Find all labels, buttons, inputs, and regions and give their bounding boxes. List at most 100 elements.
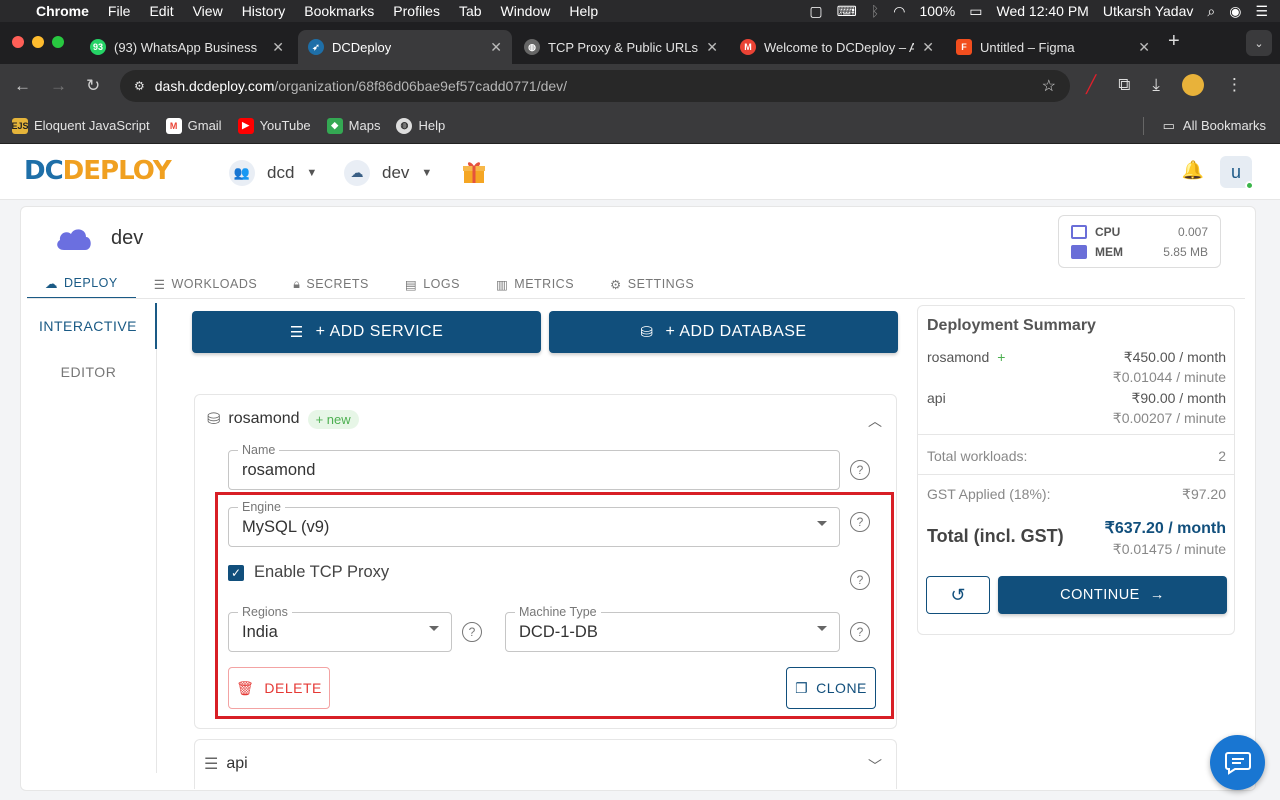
delete-button[interactable]: 🗑︎ DELETE bbox=[228, 667, 330, 709]
menu-view[interactable]: View bbox=[193, 3, 223, 19]
tab-gmail[interactable]: M Welcome to DCDeploy – A ✕ bbox=[730, 30, 944, 64]
name-field[interactable]: Name rosamond bbox=[228, 443, 840, 490]
service-header[interactable]: ⛁ rosamond + new bbox=[207, 409, 359, 429]
close-tab-icon[interactable]: ✕ bbox=[922, 39, 934, 56]
siri-icon[interactable]: ◉ bbox=[1229, 3, 1241, 20]
bookmark-youtube[interactable]: ▶ YouTube bbox=[237, 117, 311, 134]
service-header[interactable]: ☰ api bbox=[204, 754, 248, 774]
env-name: dev bbox=[382, 163, 410, 182]
bookmark-star-icon[interactable]: ☆ bbox=[1042, 76, 1056, 96]
tab-label: DEPLOY bbox=[64, 276, 118, 290]
close-tab-icon[interactable]: ✕ bbox=[272, 39, 284, 56]
keyboard-icon[interactable]: ⌨ bbox=[837, 3, 857, 20]
tab-settings[interactable]: ⚙ SETTINGS bbox=[592, 269, 712, 299]
chat-support-button[interactable] bbox=[1210, 735, 1265, 790]
dcdeploy-logo[interactable]: DCDEPLOY bbox=[24, 156, 172, 186]
user-avatar[interactable]: u bbox=[1220, 156, 1254, 190]
menu-window[interactable]: Window bbox=[501, 3, 551, 19]
download-icon[interactable]: ⤓ bbox=[1152, 75, 1160, 95]
side-tab-interactive[interactable]: INTERACTIVE bbox=[21, 303, 157, 349]
tab-workloads[interactable]: ☰ WORKLOADS bbox=[136, 269, 275, 299]
bookmark-maps[interactable]: ◆ Maps bbox=[326, 117, 380, 134]
add-service-label: + ADD SERVICE bbox=[315, 323, 444, 340]
wifi-icon[interactable]: ◠ bbox=[893, 3, 905, 20]
tab-whatsapp[interactable]: 93 (93) WhatsApp Business ✕ bbox=[80, 30, 294, 64]
maximize-window-button[interactable] bbox=[52, 36, 64, 48]
figma-icon: F bbox=[956, 39, 972, 55]
pen-extension-icon[interactable]: ╱ bbox=[1086, 75, 1096, 95]
all-bookmarks[interactable]: ▭ All Bookmarks bbox=[1163, 118, 1266, 134]
screen-icon[interactable]: ▢ bbox=[809, 3, 822, 20]
chrome-menu-icon[interactable]: ⋮ bbox=[1226, 75, 1243, 95]
menu-file[interactable]: File bbox=[108, 3, 131, 19]
spotlight-search-icon[interactable]: ⌕ bbox=[1207, 3, 1215, 20]
menu-profiles[interactable]: Profiles bbox=[393, 3, 440, 19]
address-bar[interactable]: ⚙ dash.dcdeploy.com/organization/68f86d0… bbox=[120, 70, 1070, 102]
tcp-proxy-checkbox[interactable]: ✓ bbox=[228, 565, 244, 581]
close-window-button[interactable] bbox=[12, 36, 24, 48]
help-icon[interactable]: ? bbox=[850, 622, 870, 642]
close-tab-icon[interactable]: ✕ bbox=[490, 39, 502, 56]
tab-deploy[interactable]: ☁ DEPLOY bbox=[27, 269, 136, 299]
close-tab-icon[interactable]: ✕ bbox=[1138, 39, 1150, 56]
tab-search-button[interactable]: ⌄ bbox=[1246, 30, 1272, 56]
bookmark-help[interactable]: ◍ Help bbox=[396, 117, 445, 134]
menu-app-name[interactable]: Chrome bbox=[36, 3, 89, 19]
engine-select[interactable]: Engine MySQL (v9) bbox=[228, 500, 840, 547]
tab-secrets[interactable]: 🔒︎ SECRETS bbox=[275, 269, 387, 299]
extensions-icon[interactable]: ⧉ bbox=[1118, 75, 1130, 95]
back-icon[interactable]: ← bbox=[14, 76, 31, 96]
menu-help[interactable]: Help bbox=[569, 3, 598, 19]
notification-bell-icon[interactable]: 🔔 bbox=[1182, 160, 1204, 181]
tab-metrics[interactable]: ▥ METRICS bbox=[478, 269, 592, 299]
help-icon[interactable]: ? bbox=[462, 622, 482, 642]
minimize-window-button[interactable] bbox=[32, 36, 44, 48]
history-button[interactable]: ↺ bbox=[926, 576, 990, 614]
regions-select[interactable]: Regions India bbox=[228, 605, 452, 652]
add-database-button[interactable]: ⛁ + ADD DATABASE bbox=[549, 311, 898, 353]
clock[interactable]: Wed 12:40 PM bbox=[996, 3, 1088, 19]
tab-label: SECRETS bbox=[306, 277, 369, 291]
tab-label: SETTINGS bbox=[627, 277, 695, 291]
reload-icon[interactable]: ↻ bbox=[86, 76, 100, 96]
menu-bookmarks[interactable]: Bookmarks bbox=[304, 3, 374, 19]
cpu-value: 0.007 bbox=[1177, 225, 1208, 239]
bookmark-eloquent-js[interactable]: EJS Eloquent JavaScript bbox=[12, 117, 150, 134]
total-workloads-label: Total workloads: bbox=[927, 448, 1028, 464]
forward-icon[interactable]: → bbox=[50, 76, 67, 96]
bluetooth-icon[interactable]: ᛒ bbox=[871, 3, 879, 19]
divider bbox=[918, 434, 1234, 435]
tcp-proxy-label[interactable]: Enable TCP Proxy bbox=[254, 563, 389, 582]
org-selector[interactable]: 👥 dcd ▼ bbox=[229, 160, 317, 186]
chevron-down-icon[interactable]: ﹀ bbox=[868, 756, 882, 776]
menu-history[interactable]: History bbox=[242, 3, 286, 19]
bookmark-gmail[interactable]: M Gmail bbox=[165, 117, 222, 134]
battery-icon[interactable]: ▭ bbox=[969, 3, 982, 20]
engine-value: MySQL (v9) bbox=[242, 518, 330, 536]
menu-tab[interactable]: Tab bbox=[459, 3, 482, 19]
control-center-icon[interactable]: ☰ bbox=[1255, 3, 1268, 20]
side-tab-editor[interactable]: EDITOR bbox=[21, 349, 156, 395]
tab-figma[interactable]: F Untitled – Figma ✕ bbox=[946, 30, 1160, 64]
new-tab-button[interactable]: + bbox=[1168, 30, 1180, 53]
service-card-rosamond: ⛁ rosamond + new ︿ Name rosamond ? Engin… bbox=[194, 394, 897, 729]
help-icon[interactable]: ? bbox=[850, 460, 870, 480]
tab-tcp-proxy[interactable]: ◍ TCP Proxy & Public URLs ✕ bbox=[514, 30, 728, 64]
menu-edit[interactable]: Edit bbox=[149, 3, 173, 19]
tab-dcdeploy[interactable]: ➶ DCDeploy ✕ bbox=[298, 30, 512, 64]
gift-icon[interactable] bbox=[462, 159, 486, 185]
add-service-button[interactable]: ☰ + ADD SERVICE bbox=[192, 311, 541, 353]
tab-logs[interactable]: ▤ LOGS bbox=[387, 269, 478, 299]
site-info-icon[interactable]: ⚙ bbox=[134, 79, 145, 93]
profile-avatar[interactable] bbox=[1181, 74, 1204, 96]
regions-value: India bbox=[242, 623, 278, 641]
continue-button[interactable]: CONTINUE → bbox=[998, 576, 1227, 614]
machine-type-select[interactable]: Machine Type DCD-1-DB bbox=[505, 605, 840, 652]
chevron-up-icon[interactable]: ︿ bbox=[868, 411, 882, 431]
help-icon[interactable]: ? bbox=[850, 570, 870, 590]
env-selector[interactable]: ☁ dev ▼ bbox=[344, 160, 432, 186]
clone-button[interactable]: ❐ CLONE bbox=[786, 667, 876, 709]
close-tab-icon[interactable]: ✕ bbox=[706, 39, 718, 56]
help-icon[interactable]: ? bbox=[850, 512, 870, 532]
menu-user-name[interactable]: Utkarsh Yadav bbox=[1103, 3, 1194, 19]
